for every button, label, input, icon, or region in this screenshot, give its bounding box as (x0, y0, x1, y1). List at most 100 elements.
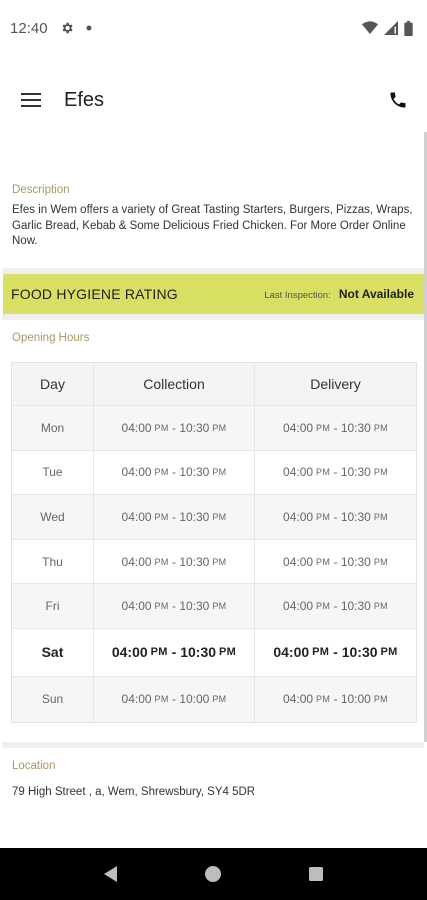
gear-icon (60, 21, 74, 35)
time-text: 10:30 (340, 509, 371, 524)
table-header-row: Day Collection Delivery (12, 363, 416, 406)
time-text: 10:30 (340, 599, 371, 614)
time-text: 10:00 (340, 692, 371, 707)
time-text: 10:30 (180, 644, 217, 661)
home-icon[interactable] (198, 859, 228, 889)
time-text: 04:00 (111, 644, 148, 661)
last-inspection-value: Not Available (338, 287, 414, 301)
collection-hours-cell: 04:00 PM - 10:30 PM (94, 406, 255, 450)
battery-icon (404, 20, 413, 36)
divider (2, 314, 424, 320)
ampm-text: PM (154, 467, 169, 478)
time-text: 10:30 (340, 554, 371, 569)
time-text: 04:00 (121, 465, 152, 480)
time-text: 04:00 (121, 692, 152, 707)
ampm-text: PM (373, 556, 388, 567)
restaurant-info: Description Efes in Wem offers a variety… (0, 132, 427, 848)
day-cell: Sat (12, 628, 94, 676)
table-row: Thu 04:00 PM - 10:30 PM 04:00 PM - 10:30 PM (12, 539, 416, 585)
status-time: 12:40 (10, 19, 48, 37)
phone-icon[interactable] (385, 87, 411, 113)
day-cell: Thu (12, 539, 94, 584)
collection-hours-cell: 04:00 PM - 10:30 PM (94, 495, 255, 539)
location-label: Location (12, 760, 56, 772)
table-row: Fri 04:00 PM - 10:30 PM 04:00 PM - 10:30 PM (12, 584, 416, 629)
collection-hours-cell: 04:00 PM - 10:30 PM (94, 584, 255, 628)
hours-row-today: Sat 04:00 PM - 10:30 PM 04:00 PM - 10:30 PM (12, 628, 416, 677)
ampm-text: PM (212, 556, 227, 567)
ampm-text: PM (212, 601, 227, 612)
back-icon[interactable] (96, 859, 126, 889)
time-text: 04:00 (283, 554, 314, 569)
collection-hours-cell: 04:00 PM - 10:00 PM (94, 676, 255, 722)
ampm-text: PM (316, 556, 331, 567)
opening-hours-label: Opening Hours (12, 332, 90, 344)
time-text: 04:00 (283, 420, 314, 435)
column-header-collection: Collection (94, 363, 255, 405)
time-text: 04:00 (283, 465, 314, 480)
collection-hours-cell: 04:00 PM - 10:30 PM (94, 539, 255, 584)
time-text: 04:00 (121, 554, 152, 569)
time-text: 10:30 (179, 509, 210, 524)
table-row: Mon 04:00 PM - 10:30 PM 04:00 PM - 10:30 PM (12, 406, 416, 451)
ampm-text: PM (150, 646, 168, 659)
time-text: 04:00 (121, 509, 152, 524)
collection-hours-cell: 04:00 PM - 10:30 PM (94, 450, 255, 495)
table-row: Sun 04:00 PM - 10:00 PM 04:00 PM - 10:00 PM (12, 676, 416, 722)
divider (2, 742, 424, 748)
time-text: 10:00 (179, 692, 210, 707)
ampm-text: PM (316, 694, 331, 705)
ampm-text: PM (154, 694, 169, 705)
day-cell: Sun (12, 676, 94, 722)
delivery-hours-cell: 04:00 PM - 10:30 PM (283, 509, 388, 524)
ampm-text: PM (212, 422, 227, 433)
time-text: 10:30 (341, 644, 378, 661)
ampm-text: PM (154, 556, 169, 567)
day-cell: Wed (12, 495, 94, 539)
table-row: Tue 04:00 PM - 10:30 PM 04:00 PM - 10:30 PM (12, 450, 416, 496)
ampm-text: PM (380, 646, 398, 659)
column-header-day: Day (12, 363, 94, 405)
menu-icon[interactable] (18, 87, 44, 113)
description-text: Efes in Wem offers a variety of Great Ta… (12, 204, 413, 247)
page-title: Efes (64, 88, 105, 111)
status-bar: 12:40 (0, 0, 427, 56)
day-cell: Mon (12, 406, 94, 450)
ampm-text: PM (312, 646, 330, 659)
dot-icon (86, 25, 92, 31)
time-text: 10:30 (179, 599, 210, 614)
ampm-text: PM (212, 511, 227, 522)
description-section: Description Efes in Wem offers a variety… (12, 184, 415, 250)
ampm-text: PM (212, 467, 227, 478)
time-text: 10:30 (179, 554, 210, 569)
ampm-text: PM (373, 694, 388, 705)
ampm-text: PM (373, 601, 388, 612)
day-cell: Fri (12, 584, 94, 628)
delivery-hours-cell: 04:00 PM - 10:30 PM (273, 644, 398, 661)
signal-icon (384, 21, 398, 35)
ampm-text: PM (154, 601, 169, 612)
time-text: 04:00 (283, 509, 314, 524)
time-text: 10:30 (179, 465, 210, 480)
app-bar: Efes (0, 68, 427, 132)
table-row: Wed 04:00 PM - 10:30 PM 04:00 PM - 10:30 PM (12, 495, 416, 540)
food-hygiene-rating-bar: FOOD HYGIENE RATING Last Inspection: Not… (3, 274, 424, 314)
ampm-text: PM (219, 646, 237, 659)
time-text: 04:00 (121, 420, 152, 435)
location-section: Location 79 High Street , a, Wem, Shrews… (12, 760, 415, 798)
delivery-hours-cell: 04:00 PM - 10:30 PM (283, 554, 388, 569)
ampm-text: PM (316, 601, 331, 612)
delivery-hours-cell: 04:00 PM - 10:00 PM (283, 692, 388, 707)
ampm-text: PM (212, 694, 227, 705)
ampm-text: PM (316, 422, 331, 433)
time-text: 04:00 (283, 599, 314, 614)
ampm-text: PM (316, 467, 331, 478)
collection-hours-cell: 04:00 PM - 10:30 PM (94, 628, 255, 676)
recents-icon[interactable] (301, 859, 331, 889)
time-text: 10:30 (340, 465, 371, 480)
time-text: 10:30 (179, 420, 210, 435)
wifi-icon (362, 21, 378, 35)
ampm-text: PM (373, 422, 388, 433)
last-inspection-label: Last Inspection: (264, 290, 331, 301)
time-text: 04:00 (121, 599, 152, 614)
